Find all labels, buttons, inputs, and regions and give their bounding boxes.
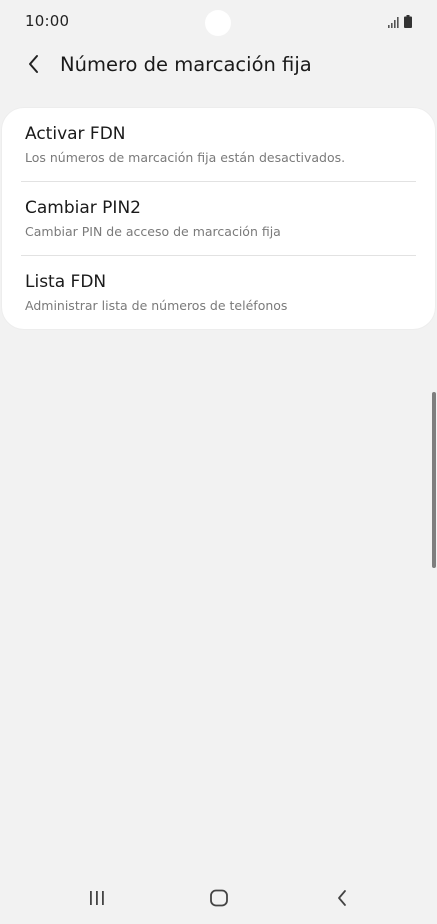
app-header: Número de marcación fija	[0, 44, 437, 88]
setting-subtitle: Cambiar PIN de acceso de marcación fija	[25, 224, 281, 239]
setting-title: Lista FDN	[25, 272, 107, 292]
chevron-left-icon	[27, 54, 41, 78]
nav-back-button[interactable]	[322, 884, 362, 916]
setting-item-activar-fdn[interactable]: Activar FDN Los números de marcación fij…	[2, 108, 435, 182]
camera-cutout	[205, 10, 231, 36]
settings-card: Activar FDN Los números de marcación fij…	[2, 108, 435, 329]
setting-title: Cambiar PIN2	[25, 198, 141, 218]
setting-subtitle: Los números de marcación fija están desa…	[25, 150, 346, 165]
navigation-bar	[0, 872, 437, 924]
status-bar: 10:00	[0, 0, 437, 44]
status-icons	[388, 13, 412, 32]
setting-title: Activar FDN	[25, 124, 126, 144]
battery-icon	[404, 13, 412, 32]
back-button[interactable]	[18, 50, 50, 82]
setting-subtitle: Administrar lista de números de teléfono…	[25, 298, 288, 313]
signal-icon	[388, 13, 400, 32]
setting-item-lista-fdn[interactable]: Lista FDN Administrar lista de números d…	[2, 256, 435, 330]
setting-item-cambiar-pin2[interactable]: Cambiar PIN2 Cambiar PIN de acceso de ma…	[2, 182, 435, 256]
home-icon	[209, 889, 229, 911]
home-button[interactable]	[199, 884, 239, 916]
recent-apps-icon	[88, 889, 106, 911]
page-title: Número de marcación fija	[60, 53, 312, 76]
back-icon	[335, 889, 349, 911]
scroll-indicator[interactable]	[432, 392, 436, 568]
recent-apps-button[interactable]	[77, 884, 117, 916]
status-time: 10:00	[25, 12, 70, 30]
